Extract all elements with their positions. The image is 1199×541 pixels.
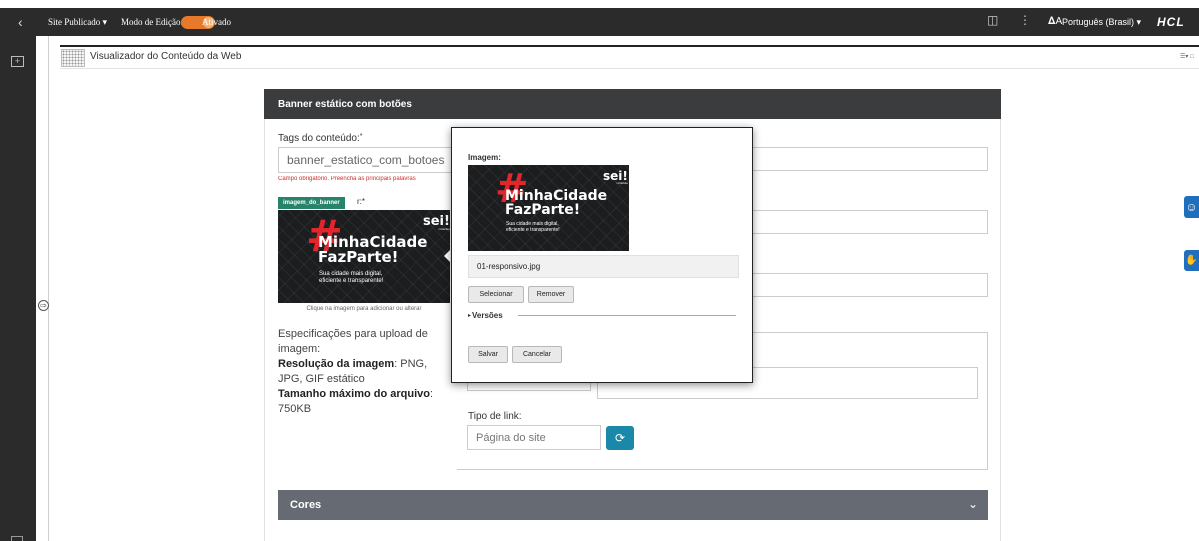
tags-input[interactable]: banner_estatico_com_botoes bbox=[278, 147, 456, 173]
cancel-button[interactable]: Cancelar bbox=[512, 346, 562, 363]
text-field-right-1[interactable] bbox=[751, 147, 988, 171]
colors-section-label: Cores bbox=[290, 499, 322, 511]
popover-image-preview[interactable]: # MinhaCidade FazParte! Sua cidade mais d… bbox=[468, 165, 629, 251]
link-type-input[interactable]: Página do site bbox=[467, 425, 601, 450]
back-chevron-icon[interactable]: ‹ bbox=[18, 14, 23, 30]
image-field-tag: imagem_do_banner bbox=[278, 197, 345, 209]
spec-resolution: Resolução da imagem: PNG, JPG, GIF estát… bbox=[278, 358, 428, 385]
chevron-down-icon: ⌄ bbox=[967, 497, 978, 511]
remove-button[interactable]: Remover bbox=[528, 286, 574, 303]
image-caption: Clique na imagem para adicionar ou alter… bbox=[306, 306, 422, 312]
site-status-label: Site Publicado bbox=[48, 17, 101, 27]
accessibility-icon[interactable]: ☺ bbox=[1184, 196, 1199, 218]
canvas-edge bbox=[48, 36, 49, 541]
banner-logo: sei! cidades bbox=[603, 169, 628, 185]
banner-headline: MinhaCidade FazParte! bbox=[505, 188, 608, 219]
save-button[interactable]: Salvar bbox=[468, 346, 508, 363]
image-picker-popover: Imagem: # MinhaCidade FazParte! Sua cidad… bbox=[451, 127, 753, 383]
sign-language-icon[interactable]: ✋ bbox=[1184, 250, 1199, 271]
portlet-menu-icon[interactable]: ☰▾ □ bbox=[1180, 53, 1194, 60]
colors-section-toggle[interactable]: Cores ⌄ bbox=[278, 490, 988, 520]
editor-title: Banner estático com botões bbox=[278, 99, 412, 110]
site-status-dropdown[interactable]: Site Publicado ▾ bbox=[48, 17, 107, 28]
banner-headline: MinhaCidade FazParte! bbox=[318, 233, 428, 267]
popover-image-label: Imagem: bbox=[468, 153, 501, 162]
translate-icon: 𝚫A bbox=[1048, 16, 1063, 27]
language-selector[interactable]: Português (Brasil) ▾ bbox=[1062, 17, 1141, 28]
banner-image-preview[interactable]: # MinhaCidade FazParte! Sua cidade mais d… bbox=[278, 210, 450, 303]
banner-logo: sei! cidades bbox=[423, 214, 450, 231]
sidebar-bottom-icon[interactable] bbox=[11, 536, 23, 541]
top-toolbar: ‹ Site Publicado ▾ Modo de Edição: Ativa… bbox=[0, 8, 1199, 36]
versions-divider bbox=[518, 315, 736, 316]
portlet-divider bbox=[60, 45, 1199, 47]
link-type-label: Tipo de link: bbox=[468, 411, 522, 422]
banner-subline: Sua cidade mais digital, eficiente e tran… bbox=[319, 271, 384, 284]
edit-mode-value: Ativado bbox=[202, 17, 231, 27]
versions-toggle[interactable]: Versões bbox=[472, 311, 503, 320]
portlet-title: Visualizador do Conteúdo da Web bbox=[90, 51, 242, 62]
portlet-divider-bottom bbox=[60, 68, 1199, 69]
text-field-right-2[interactable] bbox=[751, 210, 988, 234]
text-field-right-3[interactable] bbox=[751, 273, 988, 297]
edit-mode-label: Modo de Edição: bbox=[121, 17, 183, 27]
spec-max-size: Tamanho máximo do arquivo: 750KB bbox=[278, 388, 434, 415]
tags-required-hint: Campo obrigatório. Preencha as principai… bbox=[278, 176, 416, 182]
versions-expand-icon[interactable]: ▸ bbox=[468, 312, 471, 319]
file-name-field: 01-responsivo.jpg bbox=[468, 255, 739, 278]
refresh-icon: ⟳ bbox=[614, 431, 626, 445]
tags-label: Tags do conteúdo:* bbox=[278, 133, 363, 144]
editor-header: Banner estático com botões bbox=[264, 89, 1001, 119]
language-label: Português (Brasil) bbox=[1062, 17, 1135, 27]
drag-handle-icon[interactable] bbox=[61, 49, 85, 67]
image-field-label: r:* bbox=[357, 197, 365, 206]
left-sidebar: + bbox=[0, 36, 36, 541]
spec-title: Especificações para upload de imagem: bbox=[278, 328, 428, 355]
upload-specs: Especificações para upload de imagem: Re… bbox=[278, 327, 452, 417]
select-button[interactable]: Selecionar bbox=[468, 286, 524, 303]
add-component-icon[interactable]: + bbox=[11, 56, 24, 67]
banner-subline: Sua cidade mais digital, eficiente e tran… bbox=[506, 221, 560, 233]
hcl-logo: HCL bbox=[1157, 15, 1185, 29]
expand-arrow-icon[interactable]: ⇨ bbox=[38, 300, 49, 311]
kebab-menu-icon[interactable]: ⋮ bbox=[1019, 13, 1031, 27]
panel-icon[interactable]: ◫ bbox=[987, 13, 998, 27]
refresh-button[interactable]: ⟳ bbox=[606, 426, 634, 450]
